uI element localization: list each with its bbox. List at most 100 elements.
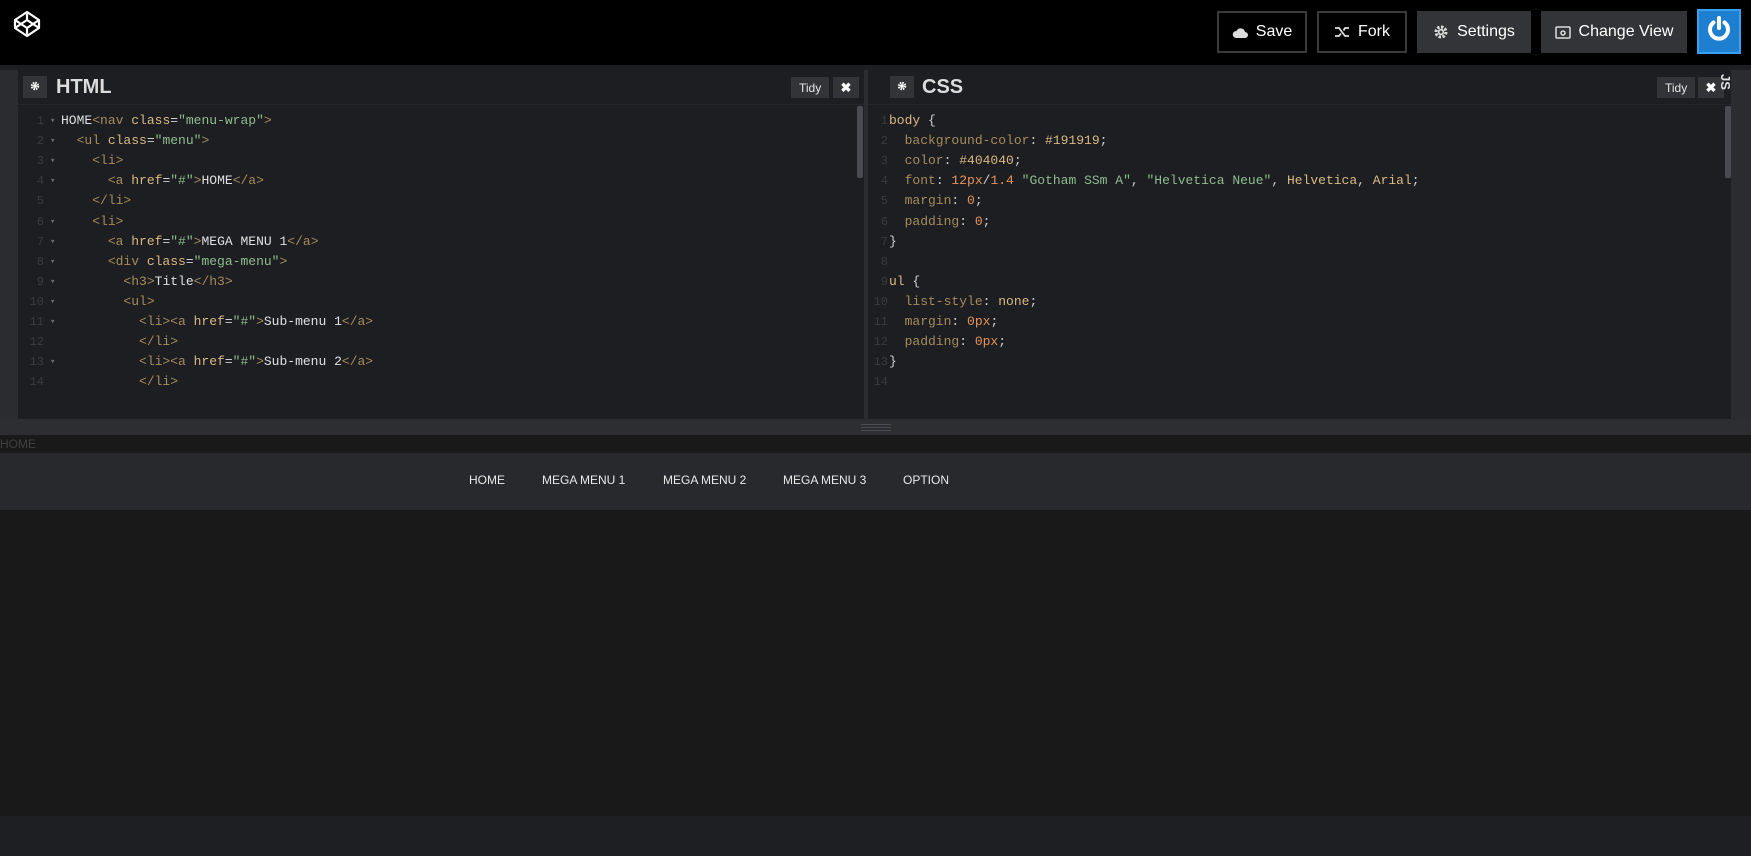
fold-toggle-icon[interactable]: ▾ bbox=[50, 170, 55, 192]
line-number: 6 bbox=[36, 214, 44, 229]
code-token: <li> bbox=[92, 153, 124, 169]
code-token: "#" bbox=[232, 354, 257, 370]
css-editor-pane: CSS Tidy ✖ 1 body {2 background-color: #1… bbox=[868, 70, 1731, 419]
fork-button[interactable]: Fork bbox=[1317, 11, 1407, 53]
fold-toggle-icon[interactable]: ▾ bbox=[50, 351, 55, 373]
code-line: 1 ▾ HOME<nav class="menu-wrap"> bbox=[18, 110, 864, 132]
fold-toggle-icon[interactable]: ▾ bbox=[50, 271, 55, 293]
html-settings-button[interactable] bbox=[23, 76, 47, 98]
preview-resize-bar[interactable] bbox=[0, 419, 1751, 435]
line-number: 5 bbox=[880, 194, 888, 209]
code-text: <h3>Title</h3> bbox=[61, 271, 233, 293]
code-token: background-color bbox=[889, 133, 1030, 149]
code-token: 0px bbox=[974, 334, 999, 350]
code-line: 8 ▾ <div class="mega-menu"> bbox=[18, 251, 864, 273]
fork-icon bbox=[1334, 25, 1350, 39]
save-label: Save bbox=[1255, 23, 1293, 40]
fold-toggle-icon[interactable]: ▾ bbox=[50, 130, 55, 152]
code-token: , bbox=[1271, 173, 1287, 189]
code-text: </li> bbox=[61, 331, 178, 353]
line-number: 1 bbox=[880, 114, 888, 128]
code-token: <a bbox=[107, 233, 132, 249]
menu-item-mega-menu-3[interactable]: MEGA MENU 3 bbox=[783, 473, 866, 487]
html-tidy-button[interactable]: Tidy bbox=[791, 77, 830, 98]
code-line: 7 ▾ <a href="#">MEGA MENU 1</a> bbox=[18, 231, 864, 253]
fold-toggle-icon[interactable]: ▾ bbox=[50, 211, 55, 233]
line-number: 9 bbox=[36, 274, 44, 289]
codepen-cube-icon[interactable] bbox=[13, 10, 43, 40]
code-token: padding bbox=[889, 334, 960, 350]
left-resize-strip[interactable] bbox=[0, 70, 18, 419]
menu-item-mega-menu-1[interactable]: MEGA MENU 1 bbox=[542, 473, 625, 487]
html-code-editor[interactable]: 1 ▾ HOME<nav class="menu-wrap"> 2 ▾ <ul clas… bbox=[18, 110, 864, 419]
code-text: background-color: #191919; bbox=[889, 130, 1108, 152]
code-token: = bbox=[224, 354, 233, 370]
fold-toggle-icon[interactable]: ▾ bbox=[50, 150, 55, 172]
line-number: 1 bbox=[36, 114, 44, 128]
code-token: Sub-menu 1 bbox=[263, 314, 342, 329]
code-token: Sub-menu 2 bbox=[263, 354, 342, 370]
code-token: </h3> bbox=[193, 273, 233, 289]
code-line: 13} bbox=[868, 351, 1731, 373]
code-line: 2 background-color: #191919; bbox=[868, 130, 1731, 152]
code-line: 11 ▾ <li><a href="#">Sub-menu 1</a> bbox=[18, 311, 864, 333]
code-line: 4 font: 12px/1.4 "Gotham SSm A", "Helvet… bbox=[868, 170, 1731, 192]
code-text: padding: 0px; bbox=[889, 331, 1006, 353]
fold-toggle-icon[interactable]: ▾ bbox=[50, 311, 55, 333]
change-view-button[interactable]: Change View bbox=[1541, 11, 1687, 53]
html-scrollbar[interactable] bbox=[857, 106, 863, 178]
fold-toggle-icon[interactable]: ▾ bbox=[50, 291, 55, 313]
preview-home-text: HOME bbox=[0, 435, 1751, 453]
gear-icon bbox=[1433, 24, 1449, 40]
code-token: none bbox=[998, 293, 1030, 309]
code-line: 5 </li> bbox=[18, 190, 864, 212]
code-text: <li> bbox=[61, 150, 123, 172]
line-number: 9 bbox=[880, 274, 888, 289]
line-number: 12 bbox=[873, 335, 888, 350]
css-tidy-button[interactable]: Tidy bbox=[1657, 77, 1696, 98]
code-token: </a> bbox=[232, 173, 264, 189]
save-button[interactable]: Save bbox=[1217, 11, 1307, 53]
code-token: ; bbox=[982, 213, 991, 229]
line-number: 11 bbox=[873, 315, 888, 329]
line-number: 13 bbox=[873, 355, 888, 370]
menu-item-option[interactable]: OPTION bbox=[903, 473, 949, 487]
fold-toggle-icon[interactable]: ▾ bbox=[50, 231, 55, 253]
pane-divider bbox=[18, 104, 864, 105]
code-token: padding bbox=[889, 213, 960, 229]
js-pane-tab[interactable] bbox=[1731, 70, 1751, 419]
fold-toggle-icon[interactable]: ▾ bbox=[50, 110, 55, 132]
css-settings-button[interactable] bbox=[890, 76, 914, 98]
code-token: <h3> bbox=[123, 273, 155, 289]
code-token: </li> bbox=[92, 193, 132, 209]
line-number: 2 bbox=[880, 134, 888, 149]
code-line: 14 bbox=[868, 371, 1731, 393]
settings-button[interactable]: Settings bbox=[1417, 11, 1531, 53]
code-line: 10 list-style: none; bbox=[868, 291, 1731, 313]
account-avatar[interactable] bbox=[1697, 9, 1741, 54]
html-close-button[interactable]: ✖ bbox=[833, 77, 859, 98]
line-number: 14 bbox=[29, 375, 44, 390]
line-number: 13 bbox=[29, 355, 44, 370]
code-token: ; bbox=[998, 334, 1007, 350]
code-line: 2 ▾ <ul class="menu"> bbox=[18, 130, 864, 152]
code-token: ul bbox=[889, 273, 905, 289]
code-token: ; bbox=[1411, 173, 1420, 189]
fold-toggle-icon[interactable]: ▾ bbox=[50, 251, 55, 273]
code-token: > bbox=[201, 133, 210, 149]
code-token: 1.4 bbox=[990, 173, 1014, 189]
line-number: 4 bbox=[36, 174, 44, 189]
menu-item-home[interactable]: HOME bbox=[469, 473, 505, 487]
code-text: list-style: none; bbox=[889, 291, 1038, 313]
code-token: ; bbox=[1029, 293, 1038, 309]
css-code-editor[interactable]: 1 body {2 background-color: #191919; 3 col… bbox=[868, 110, 1731, 419]
code-token: href bbox=[131, 233, 163, 249]
code-line: 11 margin: 0px; bbox=[868, 311, 1731, 333]
menu-item-mega-menu-2[interactable]: MEGA MENU 2 bbox=[663, 473, 746, 487]
css-pane-title: CSS bbox=[922, 76, 964, 98]
